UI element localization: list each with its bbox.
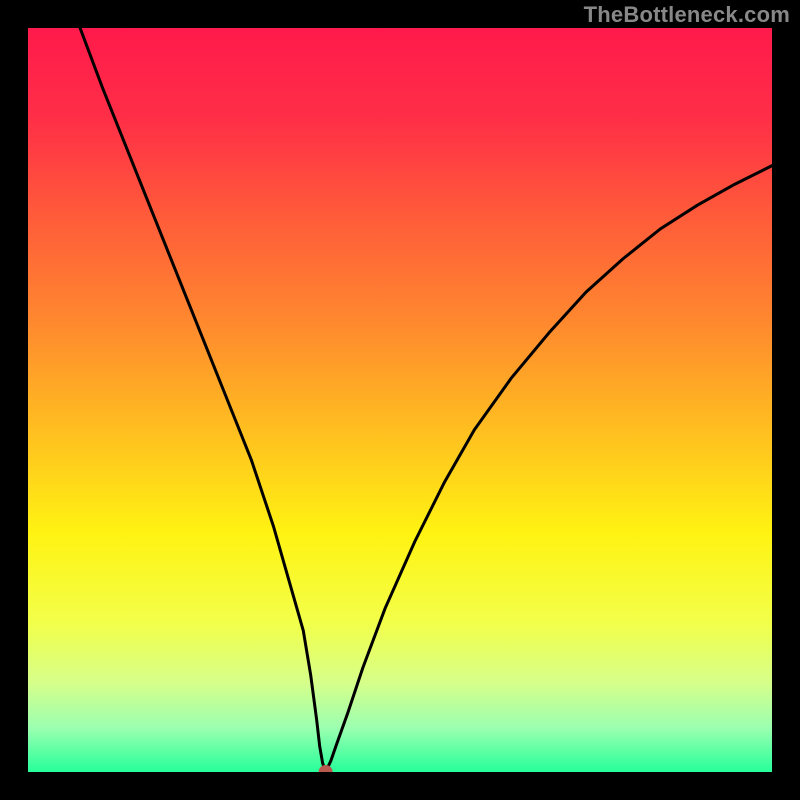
chart-frame: TheBottleneck.com: [0, 0, 800, 800]
plot-area: [28, 28, 772, 772]
watermark-text: TheBottleneck.com: [584, 2, 790, 28]
bottleneck-curve: [80, 28, 772, 772]
curve-layer: [28, 28, 772, 772]
min-marker: [319, 765, 333, 772]
